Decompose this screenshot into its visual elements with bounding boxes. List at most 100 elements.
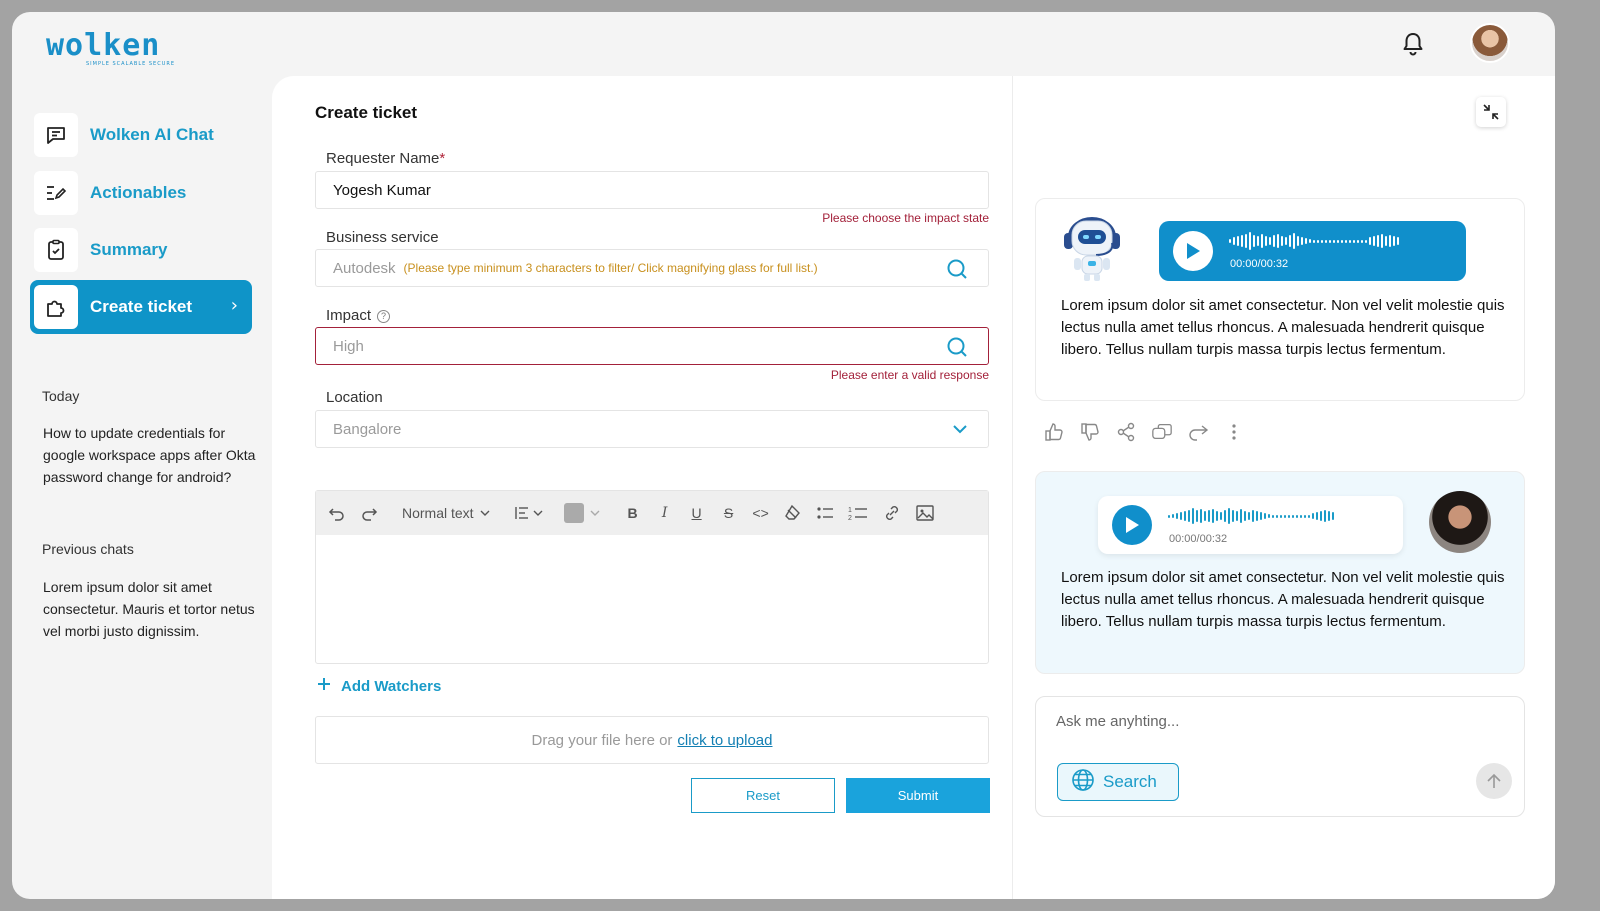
sidebar-item-wolken-ai-chat[interactable]: Wolken AI Chat — [30, 108, 252, 162]
waveform-bar — [1253, 235, 1255, 247]
previous-chat-item[interactable]: Lorem ipsum dolor sit amet consectetur. … — [43, 576, 263, 642]
copy-icon[interactable] — [1151, 421, 1173, 443]
business-service-hint: (Please type minimum 3 characters to fil… — [403, 261, 818, 275]
italic-icon[interactable]: I — [656, 505, 674, 521]
audio-time: 00:00/00:32 — [1169, 533, 1228, 545]
thumbs-up-icon[interactable] — [1043, 421, 1065, 443]
waveform-bar — [1248, 512, 1250, 520]
editor-content-area[interactable] — [316, 535, 988, 663]
waveform-bar — [1220, 512, 1222, 520]
waveform-bar — [1304, 514, 1306, 518]
waveform-bar — [1229, 239, 1231, 243]
sidebar-item-summary[interactable]: Summary — [30, 223, 252, 277]
waveform-bar — [1261, 234, 1263, 248]
requester-error-message: Please choose the impact state — [822, 211, 989, 225]
waveform-bar — [1280, 514, 1282, 518]
text-color-dropdown[interactable] — [563, 503, 600, 523]
sidebar-item-create-ticket[interactable]: Create ticket › — [30, 280, 252, 334]
location-placeholder: Bangalore — [333, 420, 402, 438]
bell-icon[interactable] — [1399, 30, 1427, 58]
waveform-bar — [1373, 236, 1375, 246]
share-icon[interactable] — [1115, 421, 1137, 443]
profile-avatar[interactable] — [1470, 23, 1510, 63]
impact-field[interactable]: High — [315, 327, 989, 365]
bullet-list-icon[interactable] — [816, 505, 834, 521]
thumbs-down-icon[interactable] — [1079, 421, 1101, 443]
image-icon[interactable] — [915, 505, 934, 521]
bot-message-text: Lorem ipsum dolor sit amet consectetur. … — [1061, 297, 1505, 358]
waveform-bar — [1296, 514, 1298, 518]
waveform-bar — [1288, 514, 1290, 518]
waveform-bar — [1345, 239, 1347, 243]
waveform-bar — [1212, 509, 1214, 523]
editor-toolbar: Normal text B I U S <> 12 — [316, 491, 988, 535]
waveform-bar — [1188, 510, 1190, 522]
send-button[interactable] — [1476, 763, 1512, 799]
waveform-bar — [1293, 233, 1295, 249]
waveform-bar — [1397, 237, 1399, 245]
waveform-bar — [1320, 511, 1322, 521]
redo-icon[interactable] — [360, 505, 378, 521]
submit-button[interactable]: Submit — [846, 778, 990, 813]
help-icon[interactable]: ? — [377, 310, 391, 323]
search-icon[interactable] — [946, 258, 968, 284]
reset-button[interactable]: Reset — [691, 778, 835, 813]
waveform-bar — [1285, 237, 1287, 245]
previous-chats-heading: Previous chats — [42, 541, 134, 557]
search-button[interactable]: Search — [1057, 763, 1179, 801]
add-watchers-button[interactable]: Add Watchers — [317, 677, 441, 695]
waveform-bar — [1332, 512, 1334, 520]
numbered-list-icon[interactable]: 12 — [848, 505, 868, 521]
chat-bubble-icon — [34, 113, 78, 157]
waveform-bar — [1321, 239, 1323, 243]
play-icon[interactable] — [1112, 505, 1152, 545]
waveform-bar — [1252, 510, 1254, 522]
user-audio-player: 00:00/00:32 — [1098, 496, 1403, 554]
wolken-logo[interactable]: wolken SIMPLE SCALABLE SECURE — [46, 28, 175, 67]
align-dropdown-icon[interactable] — [514, 505, 544, 521]
waveform-bar — [1260, 512, 1262, 520]
waveform-bar — [1301, 237, 1303, 245]
clear-format-icon[interactable] — [784, 504, 802, 522]
chat-panel: 00:00/00:32 Lorem ipsum dolor sit amet c… — [1012, 76, 1555, 899]
code-icon[interactable]: <> — [752, 505, 770, 521]
app-window: wolken SIMPLE SCALABLE SECURE Wolken AI … — [12, 12, 1555, 899]
audio-waveform[interactable] — [1229, 231, 1399, 251]
waveform-bar — [1265, 236, 1267, 246]
waveform-bar — [1357, 239, 1359, 243]
collapse-icon[interactable] — [1476, 97, 1506, 127]
strikethrough-icon[interactable]: S — [720, 505, 738, 521]
user-message-card: 00:00/00:32 Lorem ipsum dolor sit amet c… — [1035, 471, 1525, 674]
waveform-bar — [1236, 511, 1238, 521]
today-chat-item[interactable]: How to update credentials for google wor… — [43, 422, 263, 488]
business-service-field[interactable]: Autodesk (Please type minimum 3 characte… — [315, 249, 989, 287]
svg-text:1: 1 — [848, 507, 852, 514]
underline-icon[interactable]: U — [688, 505, 706, 521]
click-to-upload-link[interactable]: click to upload — [677, 732, 772, 749]
text-style-select[interactable]: Normal text — [402, 505, 490, 521]
waveform-bar — [1216, 511, 1218, 521]
requester-name-field[interactable]: Yogesh Kumar — [315, 171, 989, 209]
audio-waveform[interactable] — [1168, 506, 1334, 526]
waveform-bar — [1240, 509, 1242, 523]
sidebar-item-actionables[interactable]: Actionables — [30, 166, 252, 220]
search-icon[interactable] — [946, 336, 968, 362]
play-icon[interactable] — [1173, 231, 1213, 271]
chat-input[interactable] — [1056, 713, 1496, 730]
search-button-label: Search — [1103, 772, 1157, 791]
file-upload-dropzone[interactable]: Drag your file here or click to upload — [315, 716, 989, 764]
waveform-bar — [1264, 513, 1266, 519]
waveform-bar — [1256, 511, 1258, 521]
forward-icon[interactable] — [1187, 421, 1209, 443]
waveform-bar — [1272, 514, 1274, 518]
sidebar-item-label: Actionables — [90, 183, 187, 202]
link-icon[interactable] — [882, 505, 902, 521]
location-select[interactable]: Bangalore — [315, 410, 989, 448]
waveform-bar — [1349, 239, 1351, 243]
bold-icon[interactable]: B — [624, 505, 642, 521]
undo-icon[interactable] — [328, 505, 346, 521]
waveform-bar — [1284, 514, 1286, 518]
more-options-icon[interactable] — [1223, 421, 1245, 443]
waveform-bar — [1377, 235, 1379, 247]
waveform-bar — [1297, 236, 1299, 246]
